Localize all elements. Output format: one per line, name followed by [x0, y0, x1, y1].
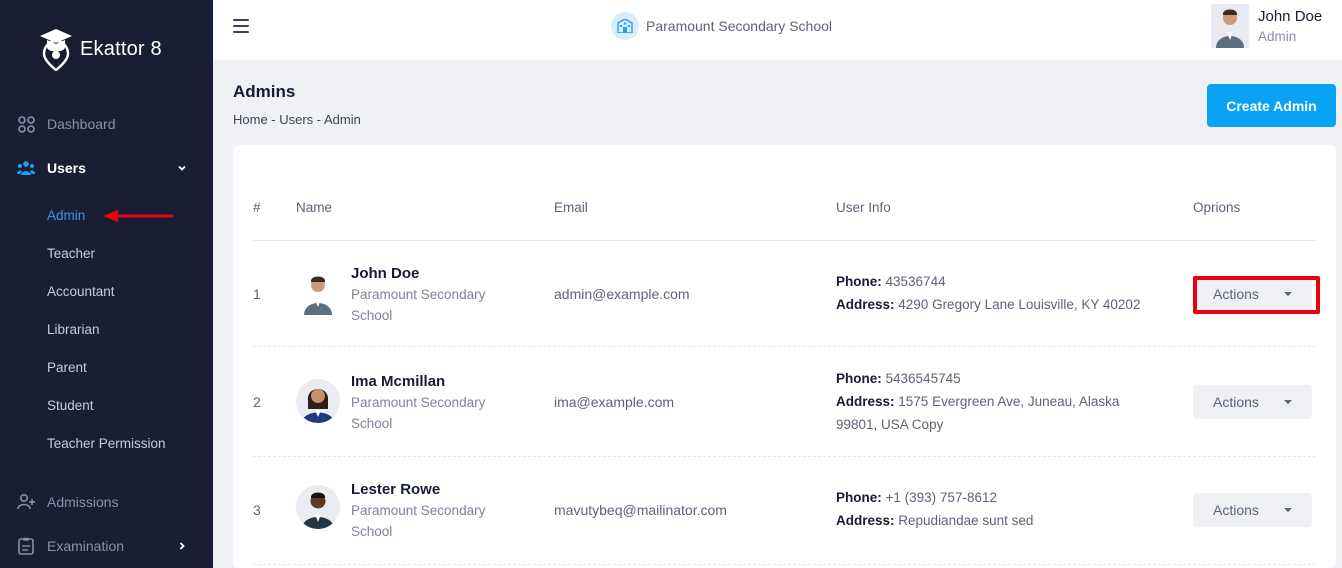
- admin-school: Paramount Secondary School: [351, 395, 486, 431]
- sidebar-item-label: Users: [47, 160, 86, 176]
- table-row: 2 Ima Mcmillan Paramount Secondary Schoo…: [233, 349, 1336, 457]
- row-number: 2: [253, 394, 261, 410]
- school-selector[interactable]: Paramount Secondary School: [611, 12, 832, 40]
- caret-down-icon: [1284, 400, 1292, 404]
- admin-email: ima@example.com: [554, 394, 675, 410]
- user-name: John Doe: [1258, 8, 1323, 25]
- red-annotation-arrow: [103, 210, 173, 222]
- admin-email: mavutybeq@mailinator.com: [554, 502, 727, 518]
- sidebar-subitem-accountant[interactable]: Accountant: [47, 284, 115, 299]
- sidebar-item-label: Admissions: [47, 494, 119, 510]
- school-name: Paramount Secondary School: [646, 18, 832, 34]
- caret-down-icon: [1284, 508, 1292, 512]
- column-header-email: Email: [554, 200, 588, 215]
- admin-user-info: Phone: 5436545745 Address: 1575 Evergree…: [836, 367, 1156, 436]
- avatar: [1211, 4, 1249, 48]
- users-icon: [17, 159, 35, 177]
- admin-phone: 43536744: [885, 274, 946, 289]
- sidebar-subitem-admin[interactable]: Admin: [47, 208, 85, 223]
- admin-user-info: Phone: 43536744 Address: 4290 Gregory La…: [836, 270, 1156, 316]
- phone-label: Phone:: [836, 490, 882, 505]
- column-header-number: #: [253, 200, 261, 215]
- column-header-options: Oprions: [1193, 200, 1241, 215]
- address-label: Address:: [836, 394, 895, 409]
- phone-label: Phone:: [836, 371, 882, 386]
- phone-label: Phone:: [836, 274, 882, 289]
- admin-name[interactable]: John Doe: [351, 265, 419, 282]
- actions-dropdown-button[interactable]: Actions: [1193, 385, 1312, 419]
- actions-dropdown-button[interactable]: Actions: [1193, 493, 1312, 527]
- row-number: 1: [253, 286, 261, 302]
- address-label: Address:: [836, 297, 895, 312]
- admin-name[interactable]: Lester Rowe: [351, 481, 440, 498]
- sidebar-item-label: Dashboard: [47, 116, 116, 132]
- admins-table-card: # Name Email User Info Oprions 1 John Do…: [233, 145, 1336, 568]
- avatar: [296, 379, 340, 423]
- actions-label: Actions: [1213, 394, 1259, 410]
- page-title: Admins: [233, 82, 296, 101]
- sidebar-item-admissions[interactable]: Admissions: [0, 490, 213, 514]
- chevron-down-icon: [178, 165, 186, 171]
- topbar: Paramount Secondary School John Doe Admi…: [213, 0, 1342, 60]
- admin-address: 4290 Gregory Lane Louisville, KY 40202: [898, 297, 1141, 312]
- sidebar-subitem-teacher[interactable]: Teacher: [47, 246, 95, 261]
- admin-phone: 5436545745: [885, 371, 961, 386]
- school-building-icon: [611, 12, 639, 40]
- dashboard-icon: [17, 115, 35, 133]
- sidebar-item-examination[interactable]: Examination: [0, 534, 213, 558]
- admin-phone: +1 (393) 757-8612: [885, 490, 997, 505]
- actions-label: Actions: [1213, 502, 1259, 518]
- sidebar-item-label: Examination: [47, 538, 125, 554]
- breadcrumb: Home - Users - Admin: [233, 112, 361, 127]
- brand[interactable]: Ekattor 8: [38, 27, 162, 71]
- avatar: [299, 271, 337, 315]
- create-admin-button[interactable]: Create Admin: [1207, 84, 1336, 127]
- admin-user-info: Phone: +1 (393) 757-8612 Address: Repudi…: [836, 486, 1156, 532]
- row-divider: [253, 564, 1316, 565]
- sidebar-item-users[interactable]: Users: [0, 156, 213, 180]
- chevron-right-icon: [179, 542, 185, 550]
- brand-name: Ekattor 8: [80, 37, 162, 60]
- avatar: [296, 485, 340, 529]
- sidebar-subitem-teacher-permission[interactable]: Teacher Permission: [47, 436, 166, 451]
- sidebar-subitem-librarian[interactable]: Librarian: [47, 322, 100, 337]
- sidebar-item-dashboard[interactable]: Dashboard: [0, 112, 213, 136]
- user-menu[interactable]: John Doe Admin: [1211, 4, 1342, 48]
- menu-toggle-icon[interactable]: [233, 19, 249, 33]
- red-annotation-highlight-box: [1193, 276, 1320, 314]
- admin-address: Repudiandae sunt sed: [898, 513, 1034, 528]
- row-divider: [253, 346, 1316, 347]
- graduation-pin-logo-icon: [40, 29, 72, 71]
- admin-email: admin@example.com: [554, 286, 690, 302]
- admin-name[interactable]: Ima Mcmillan: [351, 373, 445, 390]
- sidebar: Ekattor 8 Dashboard Users Admin Teacher …: [0, 0, 213, 568]
- sidebar-subitem-parent[interactable]: Parent: [47, 360, 87, 375]
- sidebar-subitem-student[interactable]: Student: [47, 398, 94, 413]
- table-row: 3 Lester Rowe Paramount Secondary School…: [233, 457, 1336, 565]
- table-row: 1 John Doe Paramount Secondary School ad…: [233, 241, 1336, 349]
- address-label: Address:: [836, 513, 895, 528]
- admin-school: Paramount Secondary School: [351, 287, 486, 323]
- column-header-name: Name: [296, 200, 333, 215]
- admin-school: Paramount Secondary School: [351, 503, 486, 539]
- add-user-icon: [17, 493, 35, 511]
- exam-icon: [17, 537, 35, 555]
- user-role: Admin: [1258, 29, 1297, 44]
- row-number: 3: [253, 502, 261, 518]
- column-header-user-info: User Info: [836, 200, 891, 215]
